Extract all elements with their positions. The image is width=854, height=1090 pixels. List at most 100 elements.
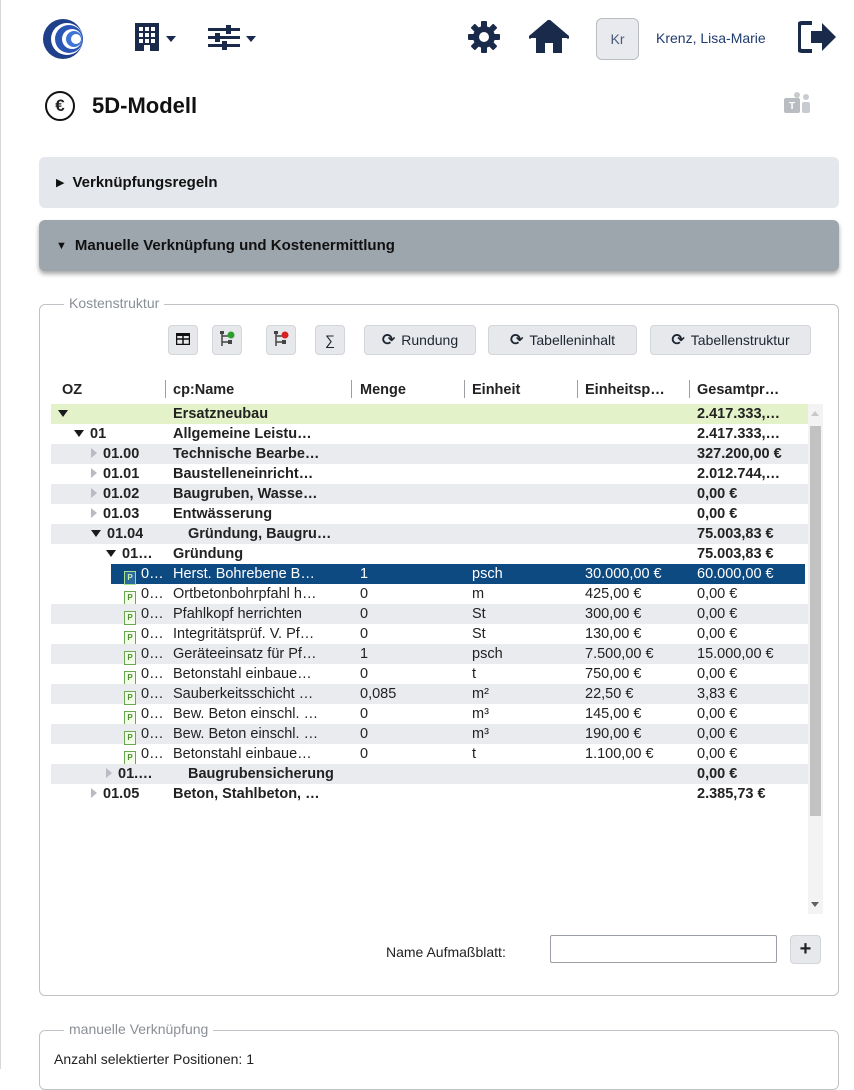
oz-text: 01.01 bbox=[103, 466, 140, 482]
oz-text: 0… bbox=[141, 566, 164, 582]
column-header-oz[interactable]: OZ bbox=[62, 378, 162, 402]
add-aufmass-button[interactable]: + bbox=[790, 935, 821, 964]
cell-menge[interactable]: 0 bbox=[360, 744, 460, 764]
tree-collapse-button[interactable] bbox=[266, 325, 296, 355]
swirl-logo-icon[interactable] bbox=[41, 17, 93, 61]
cell-oz[interactable]: 01.… bbox=[106, 764, 153, 784]
refresh-icon: ⟳ bbox=[671, 332, 685, 349]
avatar[interactable]: Kr bbox=[596, 18, 639, 60]
cell-einheit: m³ bbox=[472, 706, 489, 722]
cell-oz[interactable]: 01.04 bbox=[91, 524, 143, 544]
settings-button[interactable] bbox=[467, 20, 501, 58]
cell-name: Pfahlkopf herrichten bbox=[173, 606, 302, 622]
cell-oz[interactable]: 01.05 bbox=[91, 784, 139, 804]
scroll-thumb[interactable] bbox=[810, 426, 821, 816]
tree-expand-button[interactable] bbox=[212, 325, 242, 355]
user-name[interactable]: Krenz, Lisa-Marie bbox=[656, 30, 766, 46]
table-view-button[interactable] bbox=[168, 325, 198, 355]
teams-icon[interactable]: T bbox=[782, 92, 818, 120]
plus-icon: + bbox=[799, 938, 812, 960]
cell-oz[interactable]: 01.02 bbox=[91, 484, 139, 504]
column-separator[interactable] bbox=[165, 380, 166, 398]
column-header-einheit[interactable]: Einheit bbox=[472, 378, 572, 402]
table-row[interactable]: 01.01 Baustelleneinricht… 2.012.744,… bbox=[51, 464, 808, 484]
cell-menge[interactable]: 0 bbox=[360, 604, 460, 624]
table-row-selected[interactable]: P 0… Herst. Bohrebene B… 1 psch 30.000,00… bbox=[51, 564, 808, 585]
cell-menge[interactable]: 0 bbox=[360, 664, 460, 684]
aufmass-name-input[interactable] bbox=[550, 935, 777, 963]
column-header-menge[interactable]: Menge bbox=[360, 378, 460, 402]
table-row[interactable]: P 0… Bew. Beton einschl. … 0 m³ 190,00 € … bbox=[51, 724, 808, 745]
accordion-manuelle-verknuepfung[interactable]: ▼ Manuelle Verknüpfung und Kostenermittl… bbox=[39, 220, 839, 271]
oz-text: 01.00 bbox=[103, 446, 140, 462]
logout-button[interactable] bbox=[797, 20, 838, 58]
table-row[interactable]: P 0… Ortbetonbohrpfahl h… 0 m 425,00 € 0,… bbox=[51, 584, 808, 605]
table-row[interactable]: P 0… Sauberkeitsschicht … 0,085 m² 22,50 … bbox=[51, 684, 808, 705]
table-row[interactable]: P 0… Betonstahl einbaue… 0 t 1.100,00 € 0… bbox=[51, 744, 808, 765]
position-doc-icon: P bbox=[124, 651, 136, 665]
cell-oz: P 0… bbox=[124, 624, 164, 645]
column-separator[interactable] bbox=[351, 380, 352, 398]
column-header-einheitspreis[interactable]: Einheitsp… bbox=[585, 378, 685, 402]
cell-menge[interactable]: 0 bbox=[360, 724, 460, 744]
table-row[interactable]: 01.00 Technische Bearbe… 327.200,00 € bbox=[51, 444, 808, 464]
tabellenstruktur-button[interactable]: ⟳ Tabellenstruktur bbox=[650, 325, 811, 355]
table-row[interactable]: 01.04 Gründung, Baugru… 75.003,83 € bbox=[51, 524, 808, 544]
oz-text: 0… bbox=[141, 626, 164, 642]
cell-menge[interactable]: 0 bbox=[360, 704, 460, 724]
cell-oz[interactable]: 01.03 bbox=[91, 504, 139, 524]
table-row[interactable]: P 0… Bew. Beton einschl. … 0 m³ 145,00 € … bbox=[51, 704, 808, 725]
caret-right-icon bbox=[106, 768, 112, 778]
table-row[interactable]: 01.02 Baugruben, Wasse… 0,00 € bbox=[51, 484, 808, 504]
page-title: 5D-Modell bbox=[92, 93, 198, 118]
column-separator[interactable] bbox=[577, 380, 578, 398]
cell-menge[interactable]: 1 bbox=[360, 644, 460, 664]
table-row[interactable]: P 0… Integritätsprüf. V. Pf… 0 St 130,00 … bbox=[51, 624, 808, 645]
cell-einheitspreis: 130,00 € bbox=[585, 626, 642, 642]
cell-name: Beton, Stahlbeton, … bbox=[173, 786, 320, 802]
home-button[interactable] bbox=[528, 19, 570, 58]
cell-oz[interactable]: 01.00 bbox=[91, 444, 139, 464]
table-row[interactable]: P 0… Geräteeinsatz für Pf… 1 psch 7.500,0… bbox=[51, 644, 808, 665]
table-row[interactable]: 01… Gründung 75.003,83 € bbox=[51, 544, 808, 564]
cell-einheitspreis: 300,00 € bbox=[585, 606, 642, 622]
table-row[interactable]: Ersatzneubau 2.417.333,… bbox=[51, 404, 808, 424]
cell-menge[interactable]: 1 bbox=[360, 564, 460, 584]
scroll-down-icon[interactable] bbox=[811, 902, 819, 907]
scroll-up-icon[interactable] bbox=[811, 411, 819, 416]
table-row[interactable]: 01 Allgemeine Leistu… 2.417.333,… bbox=[51, 424, 808, 444]
cell-gesamtpreis: 2.012.744,… bbox=[697, 466, 781, 482]
column-separator[interactable] bbox=[464, 380, 465, 398]
cell-name: Baustelleneinricht… bbox=[173, 466, 314, 482]
sum-button[interactable]: ∑ bbox=[315, 325, 345, 355]
column-header-gesamtpreis[interactable]: Gesamtpr… bbox=[697, 378, 807, 402]
column-header-name[interactable]: cp:Name bbox=[173, 378, 348, 402]
tabelleninhalt-button[interactable]: ⟳ Tabelleninhalt bbox=[488, 325, 637, 355]
caret-down-icon bbox=[58, 410, 68, 417]
table-row[interactable]: P 0… Pfahlkopf herrichten 0 St 300,00 € 0… bbox=[51, 604, 808, 625]
rundung-button[interactable]: ⟳ Rundung bbox=[364, 325, 476, 355]
cell-oz[interactable]: 01… bbox=[106, 544, 153, 564]
table-row[interactable]: 01.03 Entwässerung 0,00 € bbox=[51, 504, 808, 524]
position-doc-icon: P bbox=[124, 751, 136, 765]
cell-oz[interactable]: 01.01 bbox=[91, 464, 139, 484]
cell-oz[interactable]: 01 bbox=[74, 424, 106, 444]
cell-menge[interactable]: 0 bbox=[360, 624, 460, 644]
column-separator[interactable] bbox=[689, 380, 690, 398]
table-row[interactable]: 01.… Baugrubensicherung 0,00 € bbox=[51, 764, 808, 784]
grid-scrollbar[interactable] bbox=[808, 404, 823, 914]
caret-right-icon bbox=[91, 488, 97, 498]
accordion-verknuepfungsregeln[interactable]: ▶ Verknüpfungsregeln bbox=[39, 157, 839, 208]
table-row[interactable]: 01.05 Beton, Stahlbeton, … 2.385,73 € bbox=[51, 784, 808, 804]
oz-text: 01.03 bbox=[103, 506, 140, 522]
cell-oz: P 0… bbox=[124, 584, 164, 605]
cell-menge[interactable]: 0,085 bbox=[360, 684, 460, 704]
tree-toggle[interactable] bbox=[58, 404, 74, 424]
building-menu-button[interactable] bbox=[134, 20, 176, 58]
table-row[interactable]: P 0… Betonstahl einbaue… 0 t 750,00 € 0,0… bbox=[51, 664, 808, 685]
oz-text: 01.… bbox=[118, 766, 153, 782]
page-header: € 5D-Modell bbox=[45, 86, 197, 126]
filter-menu-button[interactable] bbox=[208, 20, 256, 58]
cell-menge[interactable]: 0 bbox=[360, 584, 460, 604]
cell-name: Integritätsprüf. V. Pf… bbox=[173, 626, 315, 642]
